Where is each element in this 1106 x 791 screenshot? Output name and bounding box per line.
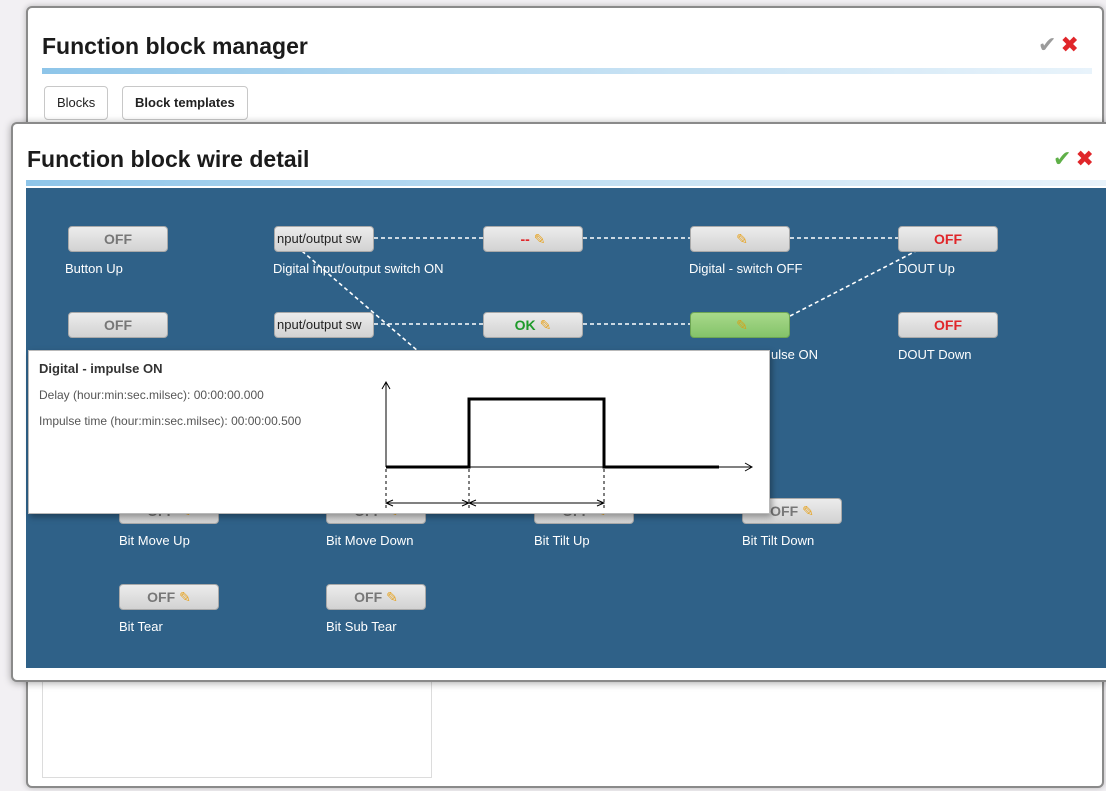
close-icon[interactable]: ✖ [1075, 146, 1093, 171]
button-up-label: Button Up [65, 261, 123, 276]
ok-block[interactable]: OK ✎ [483, 312, 583, 338]
switch-on-label: Digital input/output switch ON [273, 261, 444, 276]
confirm-icon[interactable]: ✔ [1053, 146, 1071, 171]
impulse-row: Impulse time (hour:min:sec.milsec): 00:0… [39, 414, 301, 428]
pencil-icon[interactable]: ✎ [540, 317, 552, 333]
impulse-on-label: ulse ON [771, 347, 818, 362]
pencil-icon[interactable]: ✎ [179, 589, 191, 605]
bit-sub-tear-block[interactable]: OFF ✎ [326, 584, 426, 610]
tab-block-templates[interactable]: Block templates [122, 86, 248, 120]
impulse-timing-diagram [381, 380, 754, 509]
manager-title-underline [42, 68, 1092, 74]
block-list-panel [42, 668, 432, 778]
delay-row: Delay (hour:min:sec.milsec): 00:00:00.00… [39, 388, 264, 402]
delay-label: Delay (hour:min:sec.milsec): [39, 388, 191, 402]
impulse-tooltip: Digital - impulse ON Delay (hour:min:sec… [28, 350, 770, 514]
manager-window-controls: ✔ ✖ [1038, 34, 1079, 56]
tab-blocks[interactable]: Blocks [44, 86, 109, 120]
dout-down-label: DOUT Down [898, 347, 972, 362]
dout-up-block[interactable]: OFF [898, 226, 998, 252]
delay-value: 00:00:00.000 [193, 388, 264, 402]
manager-title: Function block manager [42, 33, 308, 59]
bit-tear-block[interactable]: OFF ✎ [119, 584, 219, 610]
impulse-label: Impulse time (hour:min:sec.milsec): [39, 414, 228, 428]
impulse-signal [386, 397, 719, 469]
pencil-icon[interactable]: ✎ [534, 231, 546, 247]
tooltip-title: Digital - impulse ON [39, 361, 163, 376]
bit-move-down-label: Bit Move Down [326, 533, 414, 548]
switch-on-block-mid[interactable]: nput/output sw [274, 312, 374, 338]
pencil-icon[interactable]: ✎ [386, 589, 398, 605]
bit-tear-label: Bit Tear [119, 619, 163, 634]
pencil-icon[interactable]: ✎ [736, 231, 748, 247]
dash-block-value: -- [520, 231, 530, 247]
switch-on-block-top[interactable]: nput/output sw [274, 226, 374, 252]
bit-tilt-down-value: OFF [770, 503, 799, 519]
bit-tear-value: OFF [147, 589, 176, 605]
dash-block[interactable]: -- ✎ [483, 226, 583, 252]
wire-detail-title: Function block wire detail [27, 146, 310, 172]
bit-sub-tear-label: Bit Sub Tear [326, 619, 397, 634]
dout-down-block[interactable]: OFF [898, 312, 998, 338]
bit-sub-tear-value: OFF [354, 589, 383, 605]
bit-tilt-up-label: Bit Tilt Up [534, 533, 590, 548]
pencil-icon[interactable]: ✎ [736, 317, 748, 333]
button-down-block[interactable]: OFF [68, 312, 168, 338]
wire-detail-title-underline [26, 180, 1106, 186]
dout-up-label: DOUT Up [898, 261, 955, 276]
impulse-value: 00:00:00.500 [231, 414, 302, 428]
confirm-icon[interactable]: ✔ [1038, 32, 1056, 57]
switch-off-label: Digital - switch OFF [689, 261, 803, 276]
impulse-on-block[interactable]: ✎ [690, 312, 790, 338]
ok-block-value: OK [514, 317, 536, 333]
pencil-icon[interactable]: ✎ [802, 503, 814, 519]
switch-off-block[interactable]: ✎ [690, 226, 790, 252]
bit-move-up-label: Bit Move Up [119, 533, 190, 548]
wire-detail-window-controls: ✔ ✖ [1053, 148, 1094, 170]
button-up-block[interactable]: OFF [68, 226, 168, 252]
close-icon[interactable]: ✖ [1060, 32, 1078, 57]
bit-tilt-down-label: Bit Tilt Down [742, 533, 815, 548]
